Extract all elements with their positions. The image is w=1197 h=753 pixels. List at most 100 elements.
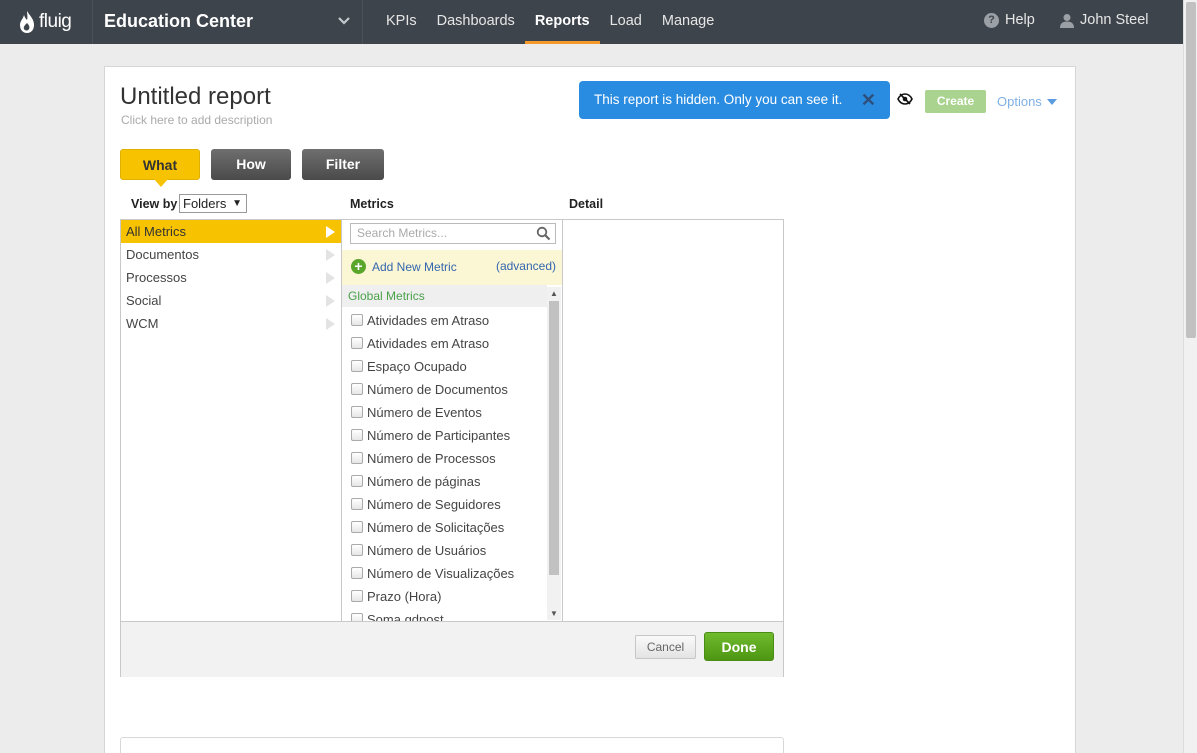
folder-item[interactable]: WCM: [121, 312, 341, 335]
metric-checkbox[interactable]: [351, 521, 363, 533]
chevron-down-icon[interactable]: [337, 14, 351, 28]
report-title[interactable]: Untitled report: [120, 83, 271, 111]
metric-item[interactable]: Número de Processos: [342, 447, 547, 470]
metric-checkbox[interactable]: [351, 544, 363, 556]
metric-label: Número de Documentos: [367, 382, 508, 397]
close-icon[interactable]: ✕: [861, 81, 876, 119]
metric-checkbox[interactable]: [351, 383, 363, 395]
metric-checkbox[interactable]: [351, 314, 363, 326]
metric-label: Número de Participantes: [367, 428, 511, 443]
folder-label: Social: [126, 293, 162, 308]
metric-item[interactable]: Número de Documentos: [342, 378, 547, 401]
user-icon: [1060, 13, 1074, 28]
add-metric-bar: + Add New Metric (advanced): [342, 250, 562, 285]
metric-label: Soma gdpost: [367, 612, 444, 621]
options-menu[interactable]: Options: [997, 94, 1057, 109]
fluig-logo[interactable]: fluig: [18, 8, 72, 36]
scroll-down-icon[interactable]: ▼: [550, 609, 558, 618]
options-label: Options: [997, 94, 1042, 109]
metric-item[interactable]: Número de Visualizações: [342, 562, 547, 585]
folder-label: Processos: [126, 270, 187, 285]
cancel-button[interactable]: Cancel: [635, 635, 696, 659]
metric-item[interactable]: Espaço Ocupado: [342, 355, 547, 378]
metric-checkbox[interactable]: [351, 613, 363, 621]
metric-item[interactable]: Número de Seguidores: [342, 493, 547, 516]
app-title[interactable]: Education Center: [104, 11, 253, 32]
arrow-right-icon: [326, 295, 335, 307]
arrow-right-icon: [326, 226, 335, 238]
metric-label: Número de Seguidores: [367, 497, 501, 512]
view-by-value: Folders: [183, 196, 227, 211]
arrow-right-icon: [326, 318, 335, 330]
metric-item[interactable]: Atividades em Atraso: [342, 332, 547, 355]
metric-item[interactable]: Número de Usuários: [342, 539, 547, 562]
tab-what[interactable]: What: [120, 149, 200, 187]
eye-slash-icon[interactable]: [897, 93, 913, 105]
divider: [362, 0, 363, 44]
search-icon[interactable]: [536, 226, 551, 241]
page-scrollbar-thumb[interactable]: [1186, 2, 1196, 338]
metric-checkbox[interactable]: [351, 498, 363, 510]
top-navigation-bar: fluig Education Center KPIs Dashboards R…: [0, 0, 1183, 44]
metric-list: Atividades em Atraso Atividades em Atraso…: [342, 309, 547, 621]
metric-item[interactable]: Número de Participantes: [342, 424, 547, 447]
metric-checkbox[interactable]: [351, 590, 363, 602]
metric-list-scrollbar-thumb[interactable]: [549, 301, 559, 575]
metric-item[interactable]: Atividades em Atraso: [342, 309, 547, 332]
metric-label: Prazo (Hora): [367, 589, 442, 604]
folder-item[interactable]: Social: [121, 289, 341, 312]
scroll-up-icon[interactable]: ▲: [550, 289, 558, 298]
page-scrollbar[interactable]: [1183, 0, 1197, 753]
help-link[interactable]: ? Help: [984, 12, 1035, 28]
folder-item[interactable]: Documentos: [121, 243, 341, 266]
metrics-column-label: Metrics: [350, 197, 394, 211]
metric-checkbox[interactable]: [351, 429, 363, 441]
metric-item[interactable]: Soma gdpost: [342, 608, 547, 621]
folder-item[interactable]: All Metrics: [121, 220, 341, 243]
metric-checkbox[interactable]: [351, 360, 363, 372]
hidden-report-message: This report is hidden. Only you can see …: [594, 92, 843, 107]
metric-item[interactable]: Prazo (Hora): [342, 585, 547, 608]
metric-item[interactable]: Número de páginas: [342, 470, 547, 493]
select-arrow-icon: ▼: [232, 198, 242, 209]
metric-checkbox[interactable]: [351, 475, 363, 487]
main-nav: KPIs Dashboards Reports Load Manage: [376, 0, 724, 44]
user-menu[interactable]: John Steel: [1060, 12, 1149, 28]
tab-how[interactable]: How: [211, 149, 291, 180]
metrics-panel: Search Metrics... + Add New Metric (adva…: [342, 220, 563, 621]
metric-label: Número de Visualizações: [367, 566, 515, 581]
view-by-label: View by: [131, 197, 178, 211]
done-button[interactable]: Done: [704, 632, 774, 661]
metric-label: Atividades em Atraso: [367, 313, 490, 328]
metric-item[interactable]: Número de Solicitações: [342, 516, 547, 539]
metric-checkbox[interactable]: [351, 406, 363, 418]
nav-dashboards[interactable]: Dashboards: [427, 0, 525, 44]
hidden-report-notice: This report is hidden. Only you can see …: [579, 81, 890, 119]
folder-item[interactable]: Processos: [121, 266, 341, 289]
metric-label: Número de Usuários: [367, 543, 487, 558]
create-button[interactable]: Create: [925, 90, 986, 113]
metric-label: Atividades em Atraso: [367, 336, 490, 351]
nav-load[interactable]: Load: [600, 0, 652, 44]
advanced-link[interactable]: (advanced): [496, 259, 556, 273]
nav-manage[interactable]: Manage: [652, 0, 724, 44]
arrow-right-icon: [326, 249, 335, 261]
user-name: John Steel: [1080, 12, 1149, 28]
add-new-metric-link[interactable]: Add New Metric: [372, 260, 457, 274]
tab-filter[interactable]: Filter: [302, 149, 384, 180]
search-placeholder: Search Metrics...: [357, 226, 448, 240]
detail-column-label: Detail: [569, 197, 604, 211]
metric-checkbox[interactable]: [351, 452, 363, 464]
metric-item[interactable]: Número de Eventos: [342, 401, 547, 424]
metric-label: Número de páginas: [367, 474, 481, 489]
plus-icon[interactable]: +: [351, 259, 366, 274]
metric-checkbox[interactable]: [351, 567, 363, 579]
metric-list-scrollbar[interactable]: ▲ ▼: [547, 287, 561, 620]
report-description[interactable]: Click here to add description: [121, 113, 272, 127]
nav-reports[interactable]: Reports: [524, 0, 600, 44]
search-metrics-input[interactable]: Search Metrics...: [350, 223, 556, 244]
metric-checkbox[interactable]: [351, 337, 363, 349]
nav-kpis[interactable]: KPIs: [376, 0, 427, 44]
arrow-right-icon: [326, 272, 335, 284]
view-by-select[interactable]: Folders ▼: [179, 194, 247, 213]
